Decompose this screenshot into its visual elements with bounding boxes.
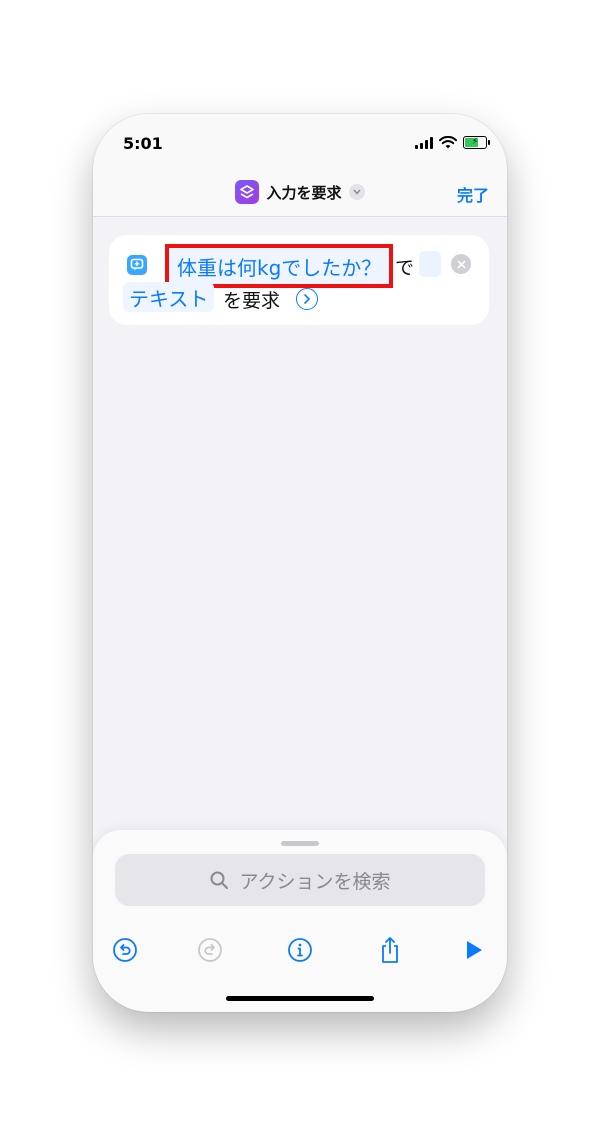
wifi-icon (439, 136, 457, 149)
editor-toolbar (93, 932, 507, 970)
home-indicator (226, 996, 374, 1001)
search-placeholder: アクションを検索 (239, 870, 391, 893)
action-search-field[interactable]: アクションを検索 (115, 854, 485, 906)
info-icon[interactable] (286, 936, 314, 964)
phone-screen: 5:01 ⚡ 入力を要求 完了 体重は何kgでしたか？ で テキスト を要求 ア… (93, 114, 507, 1012)
ask-input-icon (127, 255, 147, 275)
status-icons: ⚡ (415, 136, 490, 149)
shortcut-title: 入力を要求 (266, 183, 342, 202)
share-icon[interactable] (376, 936, 404, 964)
connector-text: で (395, 257, 415, 279)
battery-icon: ⚡ (463, 136, 490, 149)
search-icon (210, 871, 229, 889)
chevron-right-icon[interactable] (296, 288, 318, 310)
shortcuts-app-icon (235, 180, 260, 204)
shortcut-title-menu[interactable]: 入力を要求 (93, 180, 507, 204)
navigation-bar: 5:01 ⚡ 入力を要求 完了 (93, 114, 507, 217)
clear-icon[interactable] (451, 254, 471, 274)
ask-for-input-action-card: 体重は何kgでしたか？ で テキスト を要求 (109, 235, 489, 325)
status-time: 5:01 (123, 134, 163, 153)
default-answer-token[interactable] (419, 251, 441, 277)
sheet-grabber[interactable] (281, 841, 319, 846)
action-suffix-text: を要求 (223, 290, 281, 312)
redo-icon[interactable] (196, 936, 224, 964)
chevron-down-icon[interactable] (348, 184, 365, 200)
action-search-sheet: アクションを検索 (93, 830, 507, 1012)
play-icon[interactable] (460, 936, 488, 964)
signal-icon (415, 136, 433, 149)
input-type-token[interactable]: テキスト (123, 282, 215, 312)
done-button[interactable]: 完了 (457, 182, 489, 206)
undo-icon[interactable] (111, 936, 139, 964)
